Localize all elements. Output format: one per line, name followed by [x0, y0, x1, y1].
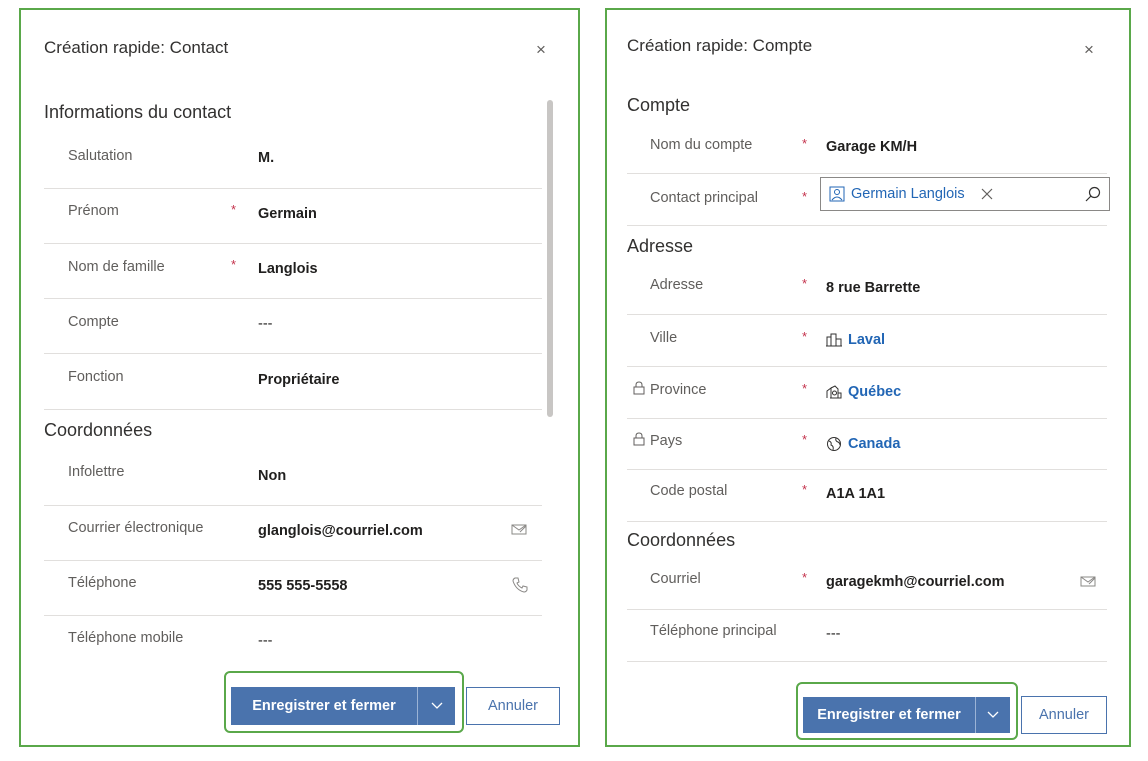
field-value-ville[interactable]: Laval: [826, 332, 885, 348]
divider: [627, 469, 1107, 470]
province-icon: [826, 385, 842, 399]
field-value-compte[interactable]: ---: [258, 316, 273, 332]
field-label-nom-compte: Nom du compte: [650, 137, 753, 153]
field-value-adresse[interactable]: 8 rue Barrette: [826, 280, 920, 296]
field-value-courriel[interactable]: garagekmh@courriel.com: [826, 574, 1005, 590]
field-label-fonction: Fonction: [68, 369, 124, 385]
province-link[interactable]: Québec: [848, 384, 901, 400]
save-options-button[interactable]: [975, 697, 1010, 733]
lock-icon: [633, 432, 645, 451]
required-marker: *: [802, 482, 808, 497]
quick-create-contact-panel: Création rapide: Contact × Informations …: [19, 8, 580, 747]
section-title-coords: Coordonnées: [627, 530, 736, 550]
lock-icon: [633, 381, 645, 400]
divider: [44, 243, 542, 244]
cancel-button[interactable]: Annuler: [466, 687, 560, 725]
pays-link[interactable]: Canada: [848, 436, 900, 452]
email-icon[interactable]: [1080, 574, 1096, 591]
divider: [627, 609, 1107, 610]
divider: [627, 418, 1107, 419]
divider: [627, 314, 1107, 315]
email-icon[interactable]: [511, 522, 527, 539]
field-value-salutation[interactable]: M.: [258, 150, 274, 166]
required-marker: *: [231, 257, 237, 272]
selected-contact-tag[interactable]: Germain Langlois: [829, 183, 993, 205]
required-marker: *: [802, 189, 808, 204]
city-icon: [826, 333, 842, 347]
field-label-province: Province: [650, 382, 707, 398]
required-marker: *: [802, 136, 808, 151]
divider: [44, 353, 542, 354]
field-label-salutation: Salutation: [68, 148, 133, 164]
field-label-courriel: Courrier électronique: [68, 520, 204, 536]
field-value-prenom[interactable]: Germain: [258, 206, 317, 222]
globe-icon: [827, 437, 841, 451]
close-icon[interactable]: ×: [1084, 40, 1094, 60]
section-title-adresse: Adresse: [627, 236, 694, 256]
field-label-prenom: Prénom: [68, 203, 119, 219]
field-value-province[interactable]: Québec: [826, 384, 901, 400]
field-value-mobile[interactable]: ---: [258, 633, 273, 649]
field-label-code-postal: Code postal: [650, 483, 728, 499]
remove-icon[interactable]: [981, 188, 993, 200]
divider: [44, 615, 542, 616]
field-label-ville: Ville: [650, 330, 678, 346]
field-value-telephone[interactable]: 555 555-5558: [258, 578, 348, 594]
divider: [44, 409, 542, 410]
field-label-adresse: Adresse: [650, 277, 704, 293]
panel-title: Création rapide: Contact: [44, 38, 229, 57]
search-icon[interactable]: [1085, 186, 1101, 202]
panel-title: Création rapide: Compte: [627, 36, 813, 55]
field-label-pays: Pays: [650, 433, 683, 449]
field-label-telephone: Téléphone: [68, 575, 137, 591]
field-label-nom: Nom de famille: [68, 259, 165, 275]
chevron-down-icon: [987, 711, 999, 718]
field-label-telephone-principal: Téléphone principal: [650, 623, 777, 639]
divider: [44, 560, 542, 561]
divider: [44, 188, 542, 189]
divider: [627, 225, 1107, 226]
divider: [627, 173, 1107, 174]
save-close-button[interactable]: Enregistrer et fermer: [803, 697, 975, 733]
required-marker: *: [802, 329, 808, 344]
chevron-down-icon: [431, 702, 442, 709]
field-label-courriel: Courriel: [650, 571, 701, 587]
save-options-button[interactable]: [417, 687, 455, 725]
required-marker: *: [802, 570, 808, 585]
section-title-coords: Coordonnées: [44, 420, 153, 440]
quick-create-account-panel: Création rapide: Compte × Compte Nom du …: [605, 8, 1131, 747]
required-marker: *: [802, 381, 808, 396]
ville-link[interactable]: Laval: [848, 332, 885, 348]
field-value-courriel[interactable]: glanglois@courriel.com: [258, 523, 423, 539]
cancel-button[interactable]: Annuler: [1021, 696, 1107, 734]
required-marker: *: [231, 202, 237, 217]
required-marker: *: [802, 276, 808, 291]
scrollbar[interactable]: [547, 100, 553, 417]
field-value-nom[interactable]: Langlois: [258, 261, 318, 277]
field-value-pays[interactable]: Canada: [826, 436, 900, 452]
field-value-telephone-principal[interactable]: ---: [826, 626, 841, 642]
contact-icon: [829, 186, 845, 202]
field-value-fonction[interactable]: Propriétaire: [258, 372, 339, 388]
field-value-code-postal[interactable]: A1A 1A1: [826, 486, 885, 502]
phone-icon[interactable]: [512, 577, 528, 596]
required-marker: *: [802, 432, 808, 447]
save-close-button[interactable]: Enregistrer et fermer: [231, 687, 417, 725]
field-value-infolettre[interactable]: Non: [258, 468, 286, 484]
close-icon[interactable]: ×: [536, 40, 546, 60]
divider: [44, 505, 542, 506]
divider: [627, 521, 1107, 522]
section-title-compte: Compte: [627, 95, 691, 115]
divider: [44, 298, 542, 299]
field-label-infolettre: Infolettre: [68, 464, 125, 480]
divider: [627, 661, 1107, 662]
section-title-info: Informations du contact: [44, 102, 232, 122]
field-value-nom-compte[interactable]: Garage KM/H: [826, 139, 917, 155]
contact-lookup-field[interactable]: Germain Langlois: [820, 177, 1110, 211]
divider: [627, 366, 1107, 367]
field-label-compte: Compte: [68, 314, 119, 330]
field-label-mobile: Téléphone mobile: [68, 630, 184, 646]
field-label-contact-principal: Contact principal: [650, 190, 758, 206]
selected-contact-name: Germain Langlois: [851, 186, 965, 202]
